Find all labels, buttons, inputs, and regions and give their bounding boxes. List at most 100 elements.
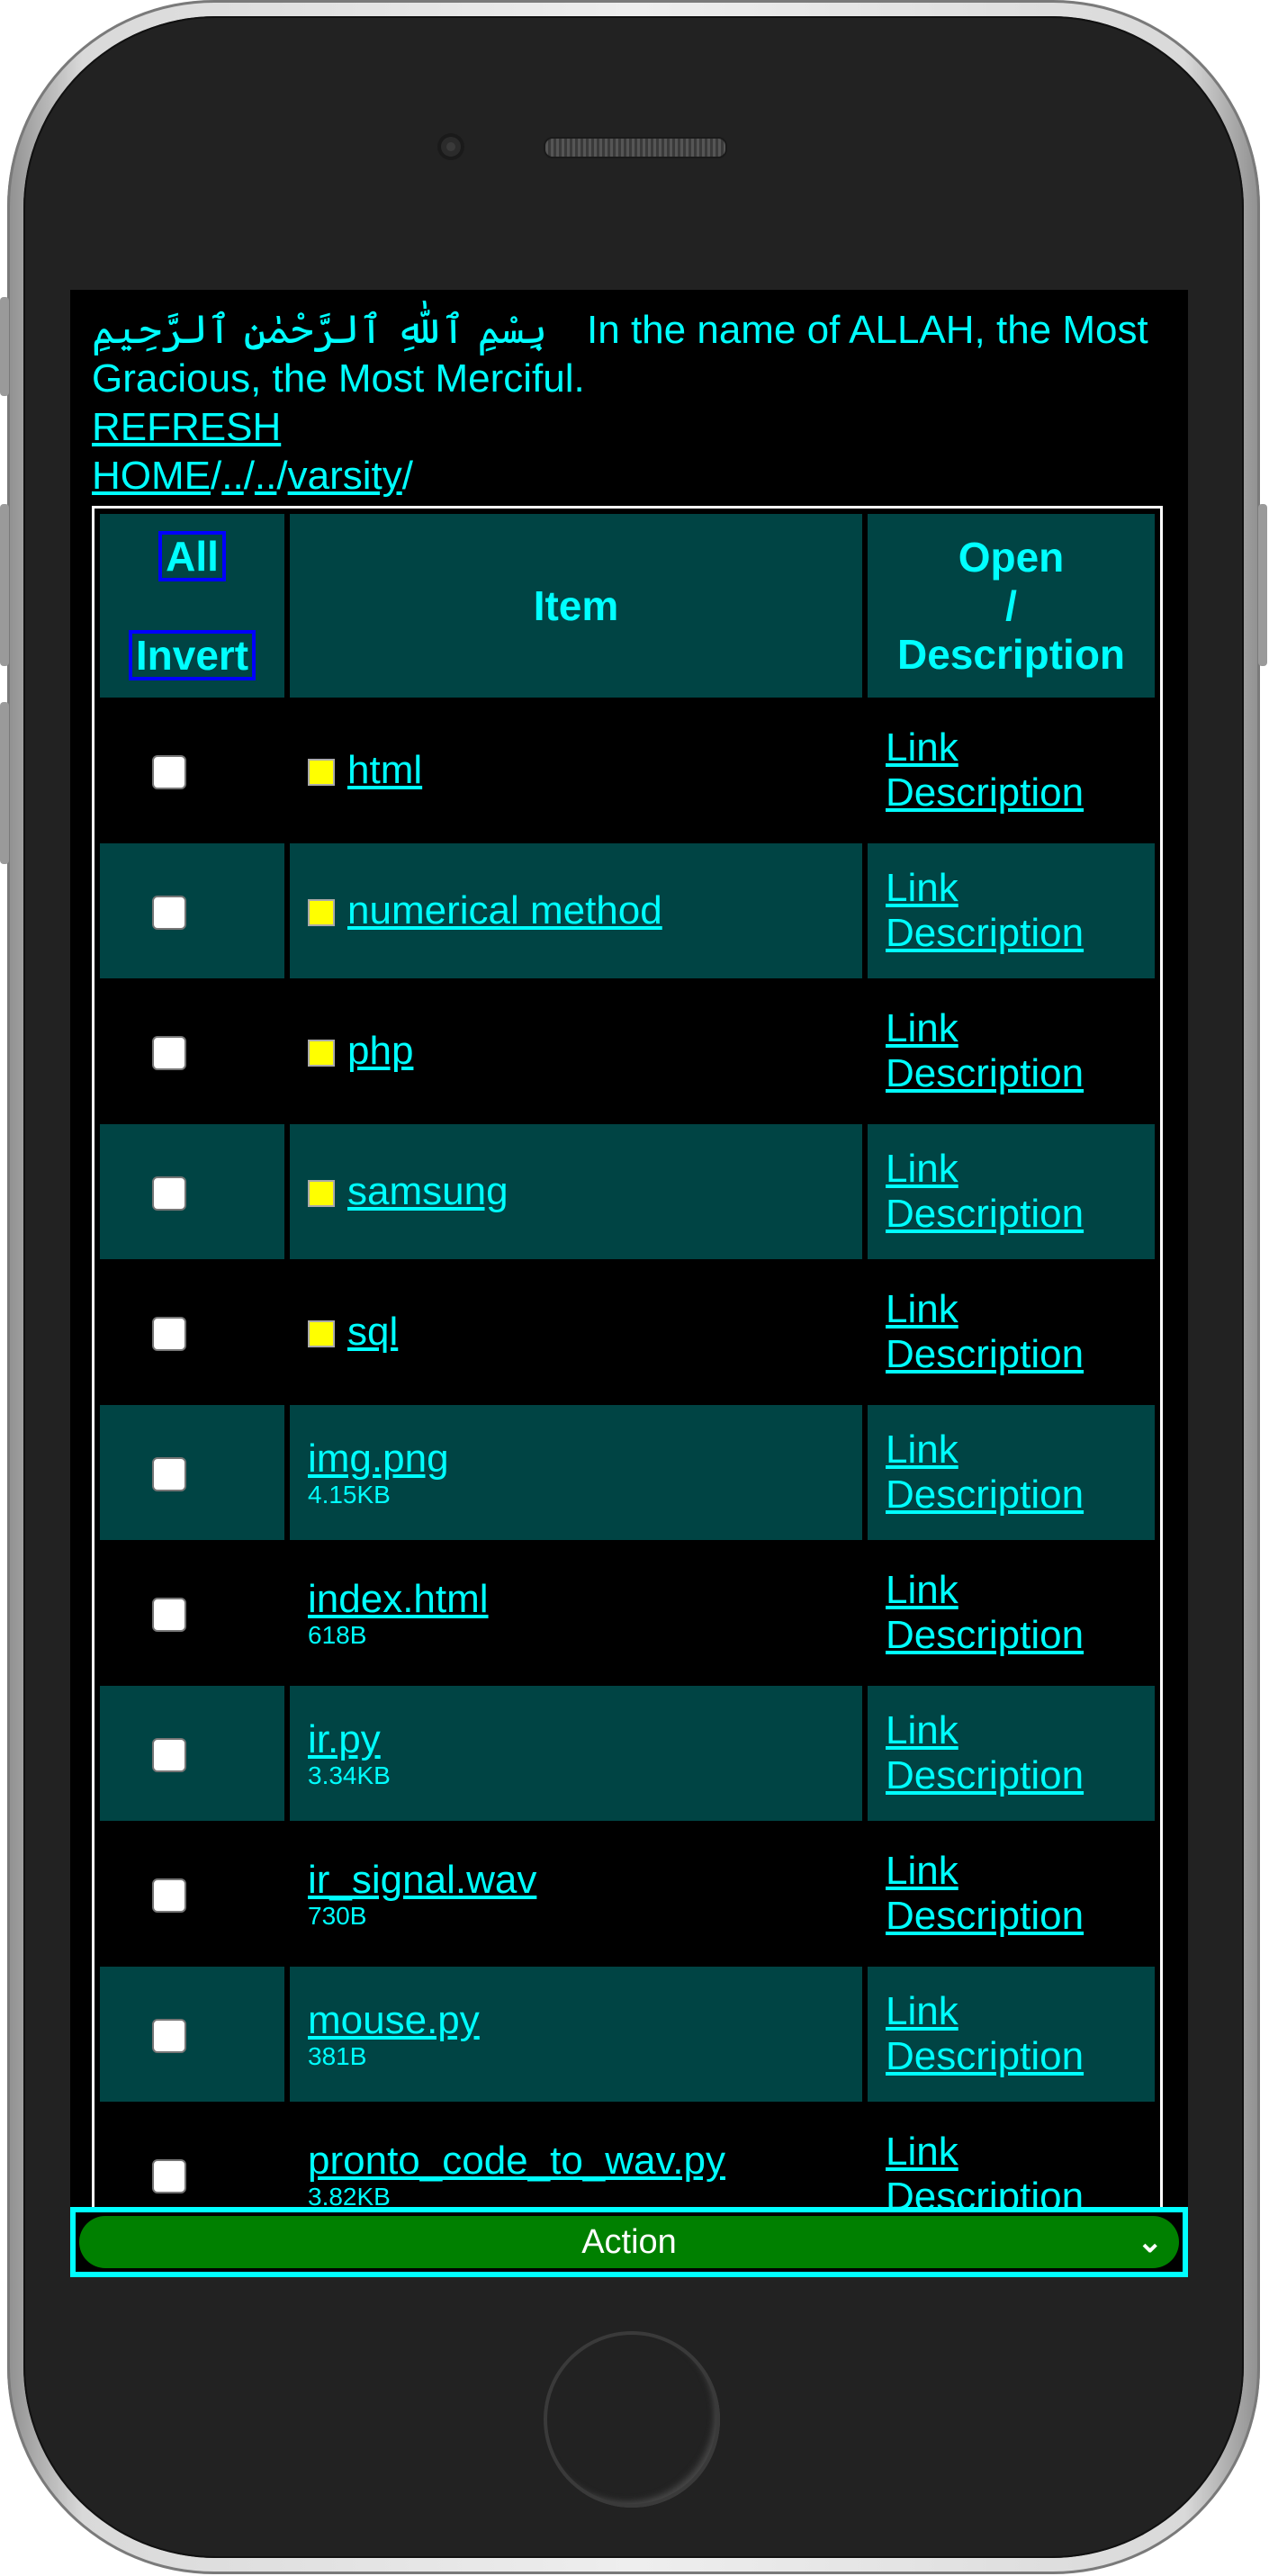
- open-cell: Link Description: [868, 1826, 1155, 1961]
- table-row: index.html 618B Link Description: [100, 1545, 1155, 1680]
- row-checkbox[interactable]: [151, 1176, 186, 1211]
- open-description-header: Open / Description: [868, 514, 1155, 698]
- row-checkbox[interactable]: [151, 1738, 186, 1773]
- open-link[interactable]: Link: [886, 1428, 958, 1472]
- description-link[interactable]: Description: [886, 2034, 1084, 2078]
- item-link[interactable]: pronto_code_to_wav.py: [308, 2139, 725, 2183]
- item-cell: ir_signal.wav 730B: [290, 1826, 862, 1961]
- power-button: [1258, 504, 1267, 666]
- item-link[interactable]: index.html: [308, 1577, 489, 1621]
- description-link[interactable]: Description: [886, 911, 1084, 955]
- open-link[interactable]: Link: [886, 1989, 958, 2033]
- item-cell: numerical method: [290, 843, 862, 978]
- description-link[interactable]: Description: [886, 770, 1084, 815]
- table-row: numerical method Link Description: [100, 843, 1155, 978]
- breadcrumb-up-1[interactable]: ..: [221, 454, 243, 498]
- breadcrumb-home[interactable]: HOME: [92, 454, 211, 498]
- description-link[interactable]: Description: [886, 1192, 1084, 1236]
- open-cell: Link Description: [868, 1265, 1155, 1400]
- item-cell: sql: [290, 1265, 862, 1400]
- open-link[interactable]: Link: [886, 866, 958, 910]
- row-checkbox[interactable]: [151, 1878, 186, 1914]
- item-link[interactable]: ir.py: [308, 1717, 381, 1761]
- row-checkbox[interactable]: [151, 1457, 186, 1492]
- open-link[interactable]: Link: [886, 1147, 958, 1191]
- breadcrumb-separator: /: [211, 454, 222, 498]
- mute-switch: [0, 297, 9, 396]
- description-link[interactable]: Description: [886, 1332, 1084, 1376]
- select-header: All Invert: [100, 514, 284, 698]
- volume-down-button: [0, 702, 9, 864]
- invert-selection-button[interactable]: Invert: [128, 630, 256, 680]
- front-camera: [437, 133, 464, 160]
- row-checkbox[interactable]: [151, 2019, 186, 2054]
- folder-icon: [308, 759, 335, 787]
- item-cell: ir.py 3.34KB: [290, 1686, 862, 1821]
- item-cell: php: [290, 984, 862, 1119]
- action-select-label: Action: [581, 2223, 677, 2261]
- action-select[interactable]: Action ⌄: [79, 2216, 1179, 2268]
- item-link[interactable]: mouse.py: [308, 1998, 480, 2042]
- breadcrumb: HOME/../../varsity/: [92, 454, 413, 498]
- open-cell: Link Description: [868, 703, 1155, 838]
- select-cell: [100, 703, 284, 838]
- item-link[interactable]: html: [347, 748, 422, 792]
- item-link[interactable]: samsung: [347, 1169, 508, 1213]
- description-link[interactable]: Description: [886, 1473, 1084, 1517]
- description-link[interactable]: Description: [886, 1051, 1084, 1095]
- open-header-slash: /: [1005, 582, 1017, 629]
- earpiece-speaker: [544, 137, 727, 158]
- select-cell: [100, 1686, 284, 1821]
- open-header-label: Open: [958, 534, 1065, 581]
- item-cell: img.png 4.15KB: [290, 1405, 862, 1540]
- breadcrumb-folder[interactable]: varsity: [288, 454, 402, 498]
- select-cell: [100, 984, 284, 1119]
- breadcrumb-up-2[interactable]: ..: [255, 454, 276, 498]
- browser-screen: بِسْمِ ٱللّٰهِ ٱلرَّحْمٰنِ ٱلرَّحِيمِ In …: [70, 290, 1188, 2277]
- item-cell: html: [290, 703, 862, 838]
- breadcrumb-separator: /: [243, 454, 255, 498]
- table-row: html Link Description: [100, 703, 1155, 838]
- open-link[interactable]: Link: [886, 1849, 958, 1893]
- home-button[interactable]: [544, 2331, 720, 2508]
- open-cell: Link Description: [868, 1967, 1155, 2102]
- folder-icon: [308, 1320, 335, 1348]
- folder-icon: [308, 1180, 335, 1208]
- row-checkbox[interactable]: [151, 2159, 186, 2194]
- folder-icon: [308, 899, 335, 927]
- item-link[interactable]: sql: [347, 1310, 398, 1354]
- item-link[interactable]: numerical method: [347, 888, 662, 932]
- open-link[interactable]: Link: [886, 1568, 958, 1612]
- select-cell: [100, 843, 284, 978]
- row-checkbox[interactable]: [151, 896, 186, 931]
- item-link[interactable]: php: [347, 1029, 413, 1073]
- description-link[interactable]: Description: [886, 1753, 1084, 1797]
- row-checkbox[interactable]: [151, 1036, 186, 1071]
- table-row: ir.py 3.34KB Link Description: [100, 1686, 1155, 1821]
- item-link[interactable]: img.png: [308, 1437, 449, 1481]
- open-link[interactable]: Link: [886, 2130, 958, 2174]
- item-cell: index.html 618B: [290, 1545, 862, 1680]
- open-link[interactable]: Link: [886, 1708, 958, 1752]
- breadcrumb-separator: /: [401, 454, 413, 498]
- volume-up-button: [0, 504, 9, 666]
- file-size: 618B: [308, 1621, 367, 1649]
- select-all-button[interactable]: All: [158, 531, 226, 581]
- item-cell: mouse.py 381B: [290, 1967, 862, 2102]
- refresh-link[interactable]: REFRESH: [92, 405, 281, 449]
- item-link[interactable]: ir_signal.wav: [308, 1858, 536, 1902]
- select-cell: [100, 1967, 284, 2102]
- open-link[interactable]: Link: [886, 725, 958, 770]
- table-row: mouse.py 381B Link Description: [100, 1967, 1155, 2102]
- table-row: samsung Link Description: [100, 1124, 1155, 1259]
- open-cell: Link Description: [868, 1686, 1155, 1821]
- description-link[interactable]: Description: [886, 1613, 1084, 1657]
- row-checkbox[interactable]: [151, 1598, 186, 1633]
- open-link[interactable]: Link: [886, 1287, 958, 1331]
- open-link[interactable]: Link: [886, 1006, 958, 1050]
- row-checkbox[interactable]: [151, 1317, 186, 1352]
- row-checkbox[interactable]: [151, 755, 186, 790]
- item-cell: samsung: [290, 1124, 862, 1259]
- open-cell: Link Description: [868, 1124, 1155, 1259]
- description-link[interactable]: Description: [886, 1894, 1084, 1938]
